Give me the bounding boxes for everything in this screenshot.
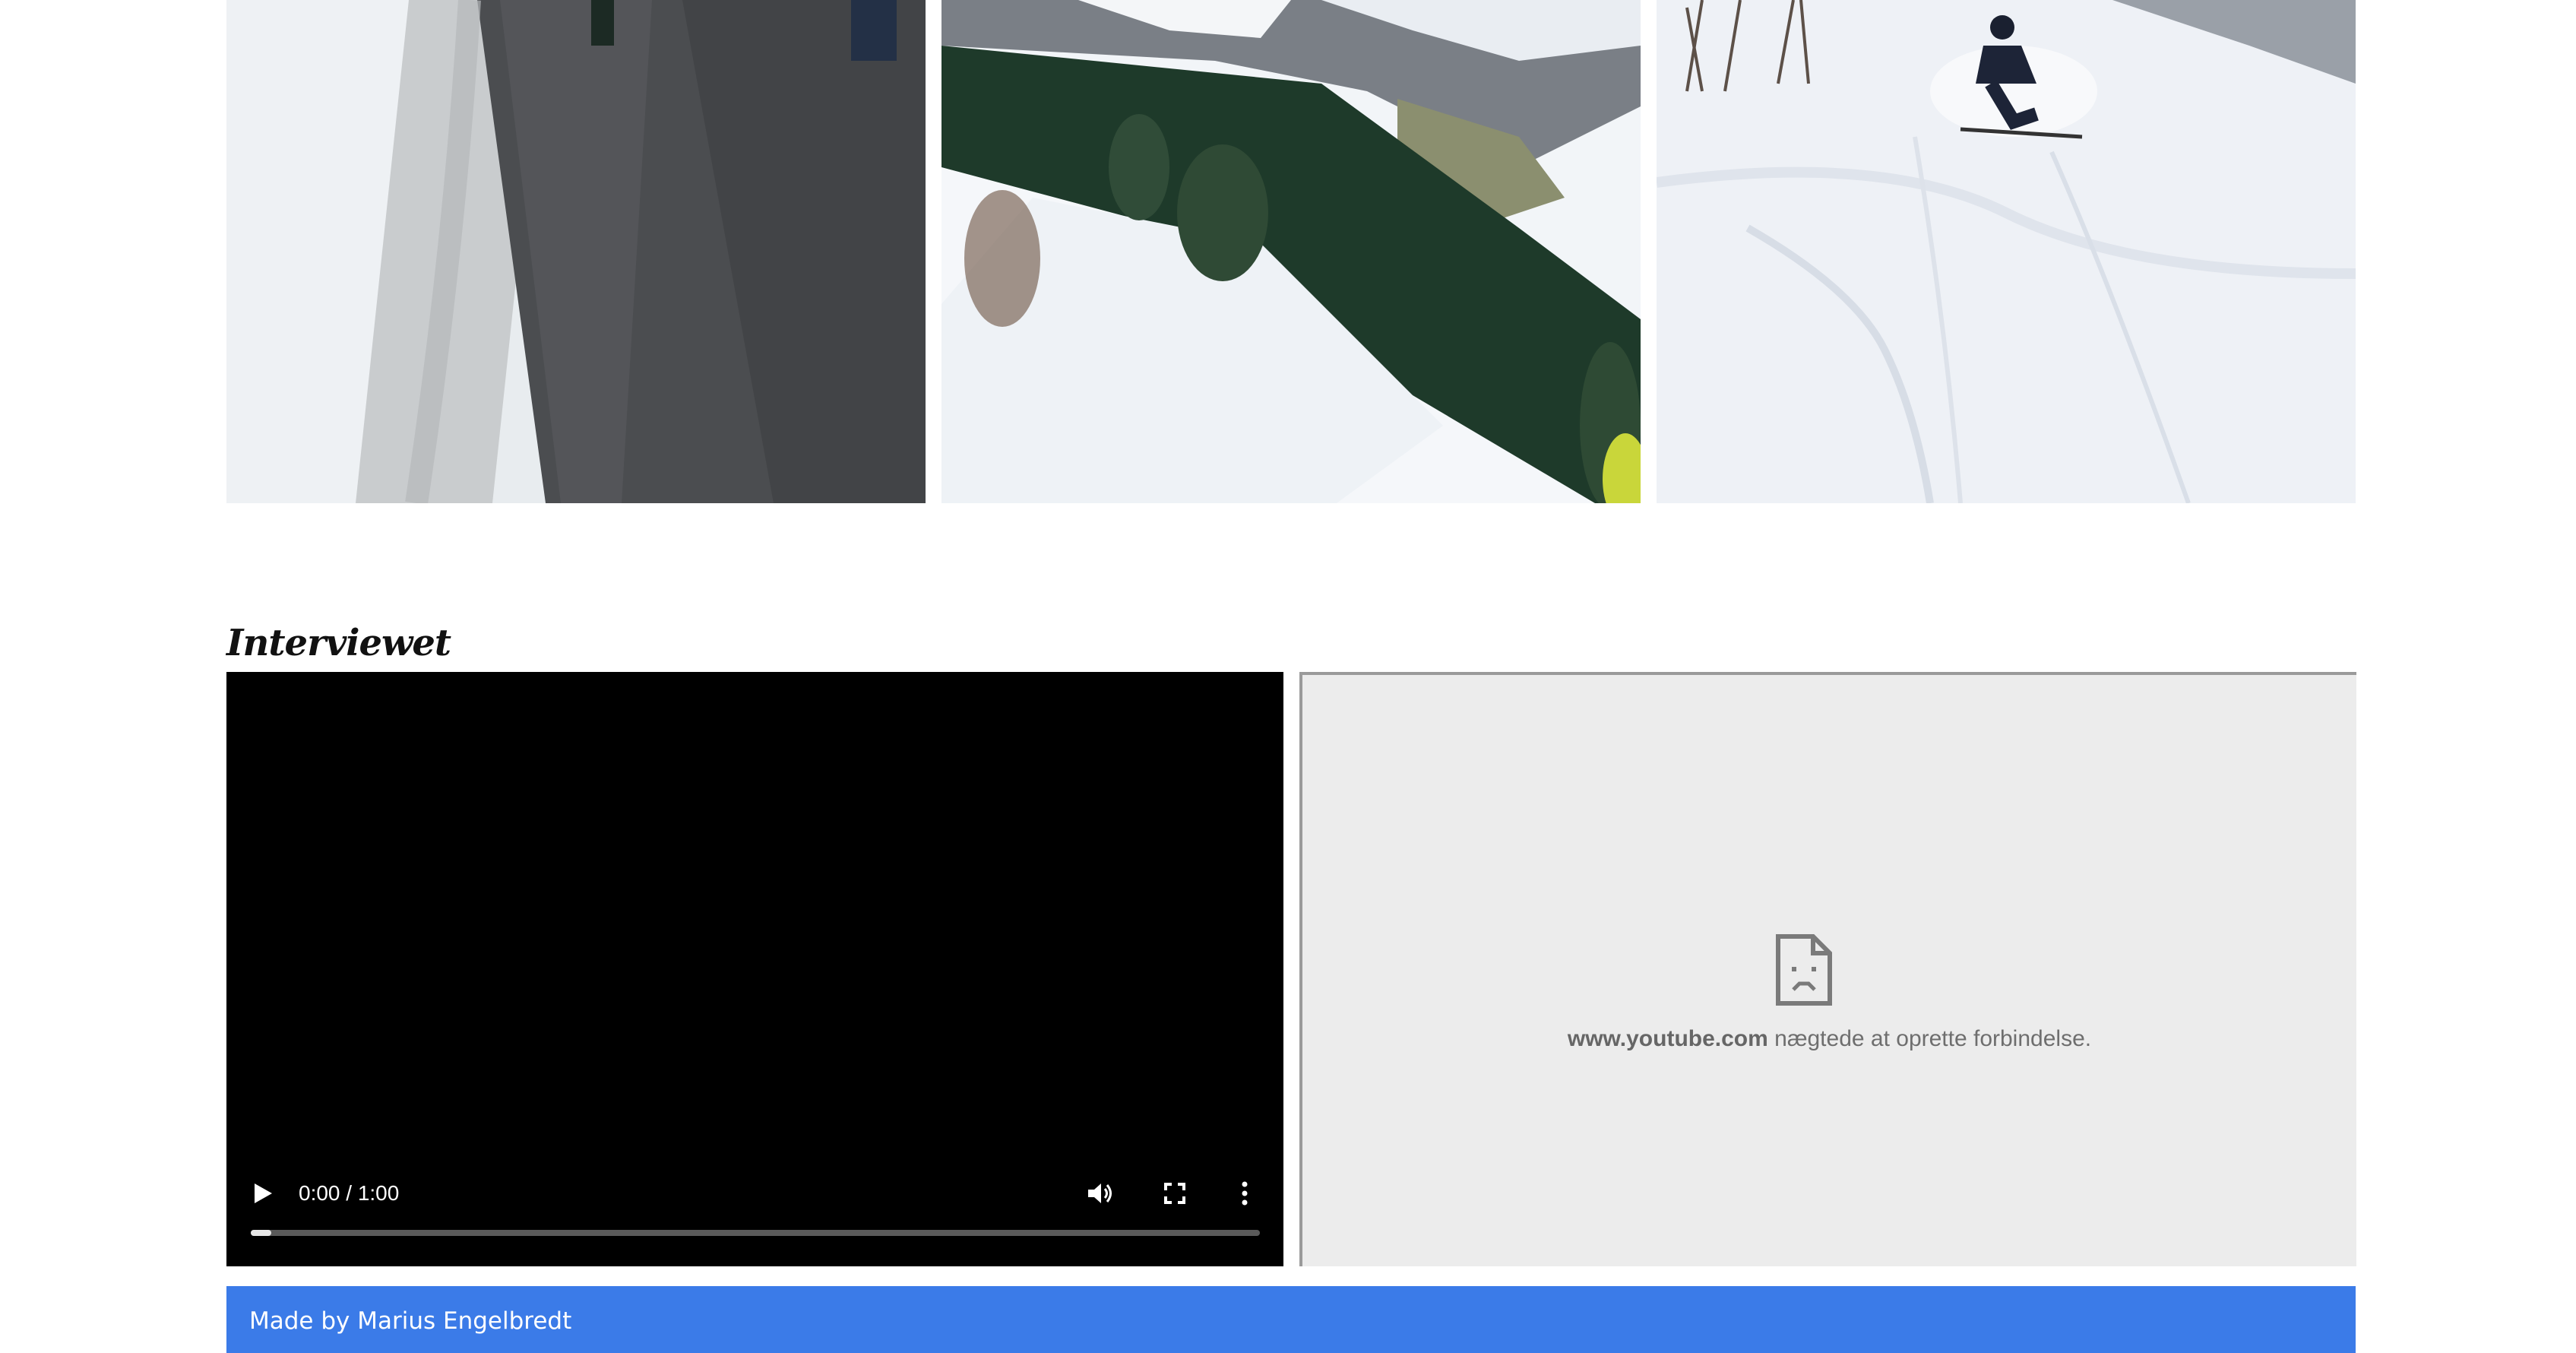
embed-error-message: www.youtube.com nægtede at oprette forbi…: [1302, 1026, 2356, 1052]
broken-document-icon: [1774, 933, 1834, 1006]
volume-icon[interactable]: [1085, 1178, 1116, 1209]
youtube-embed: www.youtube.com nægtede at oprette forbi…: [1299, 672, 2356, 1266]
video-progress-fill: [251, 1230, 271, 1236]
footer: Made by Marius Engelbredt: [226, 1286, 2356, 1353]
more-options-icon[interactable]: [1229, 1178, 1260, 1209]
footer-credit: Made by Marius Engelbredt: [249, 1307, 572, 1335]
video-player[interactable]: 0:00 / 1:00: [226, 672, 1283, 1266]
gallery-photo-valley[interactable]: [941, 0, 1641, 503]
fullscreen-icon[interactable]: [1160, 1178, 1190, 1209]
gallery-photo-road[interactable]: [226, 0, 926, 503]
embed-error-text: nægtede at oprette forbindelse.: [1767, 1026, 2092, 1051]
video-time: 0:00 / 1:00: [299, 1181, 400, 1205]
photo-gallery: [226, 0, 2356, 503]
embed-host: www.youtube.com: [1567, 1026, 1768, 1051]
video-progress-bar[interactable]: [251, 1230, 1260, 1236]
gallery-photo-skier[interactable]: [1657, 0, 2356, 503]
section-title: Interviewet: [226, 622, 451, 664]
play-icon[interactable]: [249, 1180, 277, 1207]
